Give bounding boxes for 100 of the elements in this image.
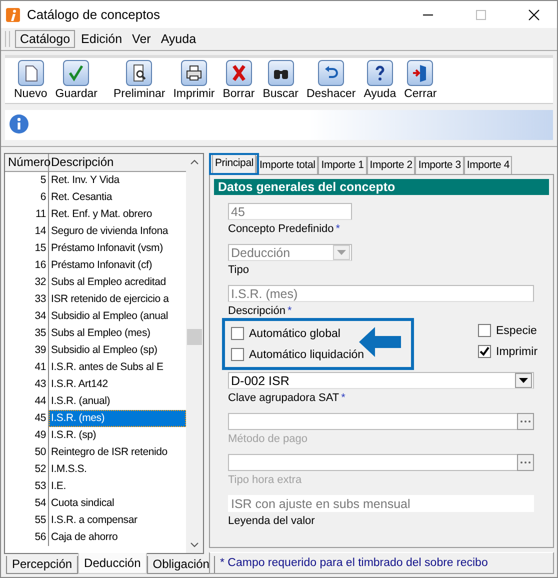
table-cell[interactable]: Ret. Inv. Y Vida <box>49 172 186 189</box>
ellipsis-icon <box>520 420 531 423</box>
table-cell[interactable]: I.S.R. a compensar <box>49 512 186 529</box>
table-cell[interactable]: Subsidio al Empleo (anual <box>49 308 186 325</box>
table-cell[interactable]: Subs al Empleo (mes) <box>49 325 186 342</box>
tab[interactable]: Importe 2 <box>366 156 416 174</box>
tab[interactable]: Importe total <box>256 156 318 174</box>
ellipsis-icon <box>520 461 531 464</box>
table-cell[interactable]: Ret. Cesantia <box>49 189 186 206</box>
scroll-down-icon[interactable] <box>190 542 199 548</box>
tab[interactable]: Importe 1 <box>318 156 367 174</box>
table-cell: 33 <box>5 291 49 308</box>
toolbar-button[interactable]: Borrar <box>220 60 258 100</box>
help-icon <box>366 60 393 86</box>
column-header[interactable]: Descripción <box>49 154 186 171</box>
table-cell[interactable]: I.S.R. Art142 <box>49 376 186 393</box>
table-cell[interactable]: Ret. Enf. y Mat. obrero <box>49 206 186 223</box>
table-cell: 54 <box>5 495 49 512</box>
table-cell[interactable]: I.S.R. (anual) <box>49 393 186 410</box>
table-cell[interactable]: Subs al Empleo acreditad <box>49 274 186 291</box>
tab[interactable]: Deducción <box>78 553 147 574</box>
toolbar-button[interactable]: Guardar <box>52 60 100 100</box>
field-label: Tipo <box>228 264 249 276</box>
tab[interactable]: Percepción <box>6 556 78 574</box>
table-cell[interactable]: I.S.R. (mes) <box>49 410 186 427</box>
checkbox[interactable] <box>478 345 491 358</box>
checkbox[interactable] <box>478 324 491 337</box>
table-cell: 35 <box>5 325 49 342</box>
scroll-thumb[interactable] <box>187 329 202 345</box>
checkbox-label: Imprimir <box>496 346 538 358</box>
field-label: Clave agrupadora SAT <box>228 392 340 404</box>
section-header: Datos generales del concepto <box>214 179 549 195</box>
input-field[interactable]: I.S.R. (mes) <box>228 285 534 302</box>
table-cell[interactable]: I.M.S.S. <box>49 461 186 478</box>
table-cell: 50 <box>5 444 49 461</box>
input-field[interactable]: 45 <box>228 203 352 220</box>
table-cell[interactable]: Préstamo Infonavit (cf) <box>49 257 186 274</box>
info-icon <box>9 114 29 136</box>
tab[interactable]: Obligación <box>146 556 216 574</box>
table-cell[interactable]: Reintegro de ISR retenido <box>49 444 186 461</box>
checkbox[interactable] <box>231 327 244 340</box>
table-cell[interactable]: I.S.R. antes de Subs al E <box>49 359 186 376</box>
checkbox-label: Automático liquidación <box>249 348 364 360</box>
required-mark: * <box>341 392 346 404</box>
toolbar-button[interactable]: Buscar <box>260 60 302 100</box>
table-cell[interactable]: I.S.R. (sp) <box>49 427 186 444</box>
app-logo-icon <box>6 8 20 22</box>
dropdown-field[interactable]: D-002 ISR <box>228 372 534 389</box>
table-cell: 32 <box>5 274 49 291</box>
table-cell: 53 <box>5 478 49 495</box>
required-mark: * <box>336 223 340 235</box>
magnifier-page-icon <box>126 60 152 86</box>
tab[interactable]: Importe 4 <box>464 156 512 174</box>
status-bar-text: * Campo requerido para el timbrado del sobre recibo <box>209 552 554 574</box>
input-field[interactable] <box>228 413 517 430</box>
menu-item[interactable]: Ayuda <box>156 31 200 47</box>
toolbar-button[interactable]: Ayuda <box>360 60 400 100</box>
table-cell: 11 <box>5 206 49 223</box>
column-header[interactable]: Número <box>5 154 49 171</box>
highlight-frame <box>209 153 259 175</box>
browse-button[interactable] <box>517 413 534 430</box>
table-cell: 52 <box>5 461 49 478</box>
table-cell: 41 <box>5 359 49 376</box>
table-cell[interactable]: ISR retenido de ejercicio a <box>49 291 186 308</box>
table-cell: 44 <box>5 393 49 410</box>
exit-door-icon <box>407 60 434 86</box>
table-cell[interactable]: Subsidio al Empleo (sp) <box>49 342 186 359</box>
toolbar-button[interactable]: Imprimir <box>170 60 218 100</box>
input-field[interactable]: ISR con ajuste en subs mensual <box>228 495 534 512</box>
dropdown-field[interactable]: Deducción <box>228 244 352 261</box>
scroll-up-icon[interactable] <box>190 159 199 165</box>
printer-icon <box>180 60 207 86</box>
table-cell[interactable]: I.E. <box>49 478 186 495</box>
binoculars-icon <box>268 60 294 86</box>
scrollbar[interactable] <box>186 154 203 553</box>
table-cell: 39 <box>5 342 49 359</box>
field-label: Concepto Predefinido <box>228 223 334 235</box>
table-cell: 6 <box>5 189 49 206</box>
window-title: Catálogo de conceptos <box>27 7 161 22</box>
input-field[interactable] <box>228 454 517 471</box>
menu-item[interactable]: Catálogo <box>15 30 76 48</box>
table-cell[interactable]: Préstamo Infonavit (vsm) <box>49 240 186 257</box>
browse-button[interactable] <box>517 454 534 471</box>
field-label: Leyenda del valor <box>228 515 315 527</box>
toolbar-button[interactable]: Deshacer <box>303 60 359 100</box>
menu-item[interactable]: Ver <box>128 31 155 47</box>
toolbar-button[interactable]: Cerrar <box>401 60 440 100</box>
table-cell: 14 <box>5 223 49 240</box>
table-cell: 56 <box>5 529 49 546</box>
checkbox-label: Automático global <box>249 328 340 340</box>
table-cell[interactable]: Caja de ahorro <box>49 529 186 546</box>
table-cell: 43 <box>5 376 49 393</box>
field-label: Descripción <box>228 305 286 317</box>
tab[interactable]: Importe 3 <box>415 156 464 174</box>
checkbox[interactable] <box>231 348 244 361</box>
table-cell[interactable]: Seguro de vivienda Infona <box>49 223 186 240</box>
toolbar-button[interactable]: Preliminar <box>110 60 168 100</box>
table-cell[interactable]: Cuota sindical <box>49 495 186 512</box>
toolbar-button[interactable]: Nuevo <box>11 60 50 100</box>
menu-item[interactable]: Edición <box>77 31 126 47</box>
